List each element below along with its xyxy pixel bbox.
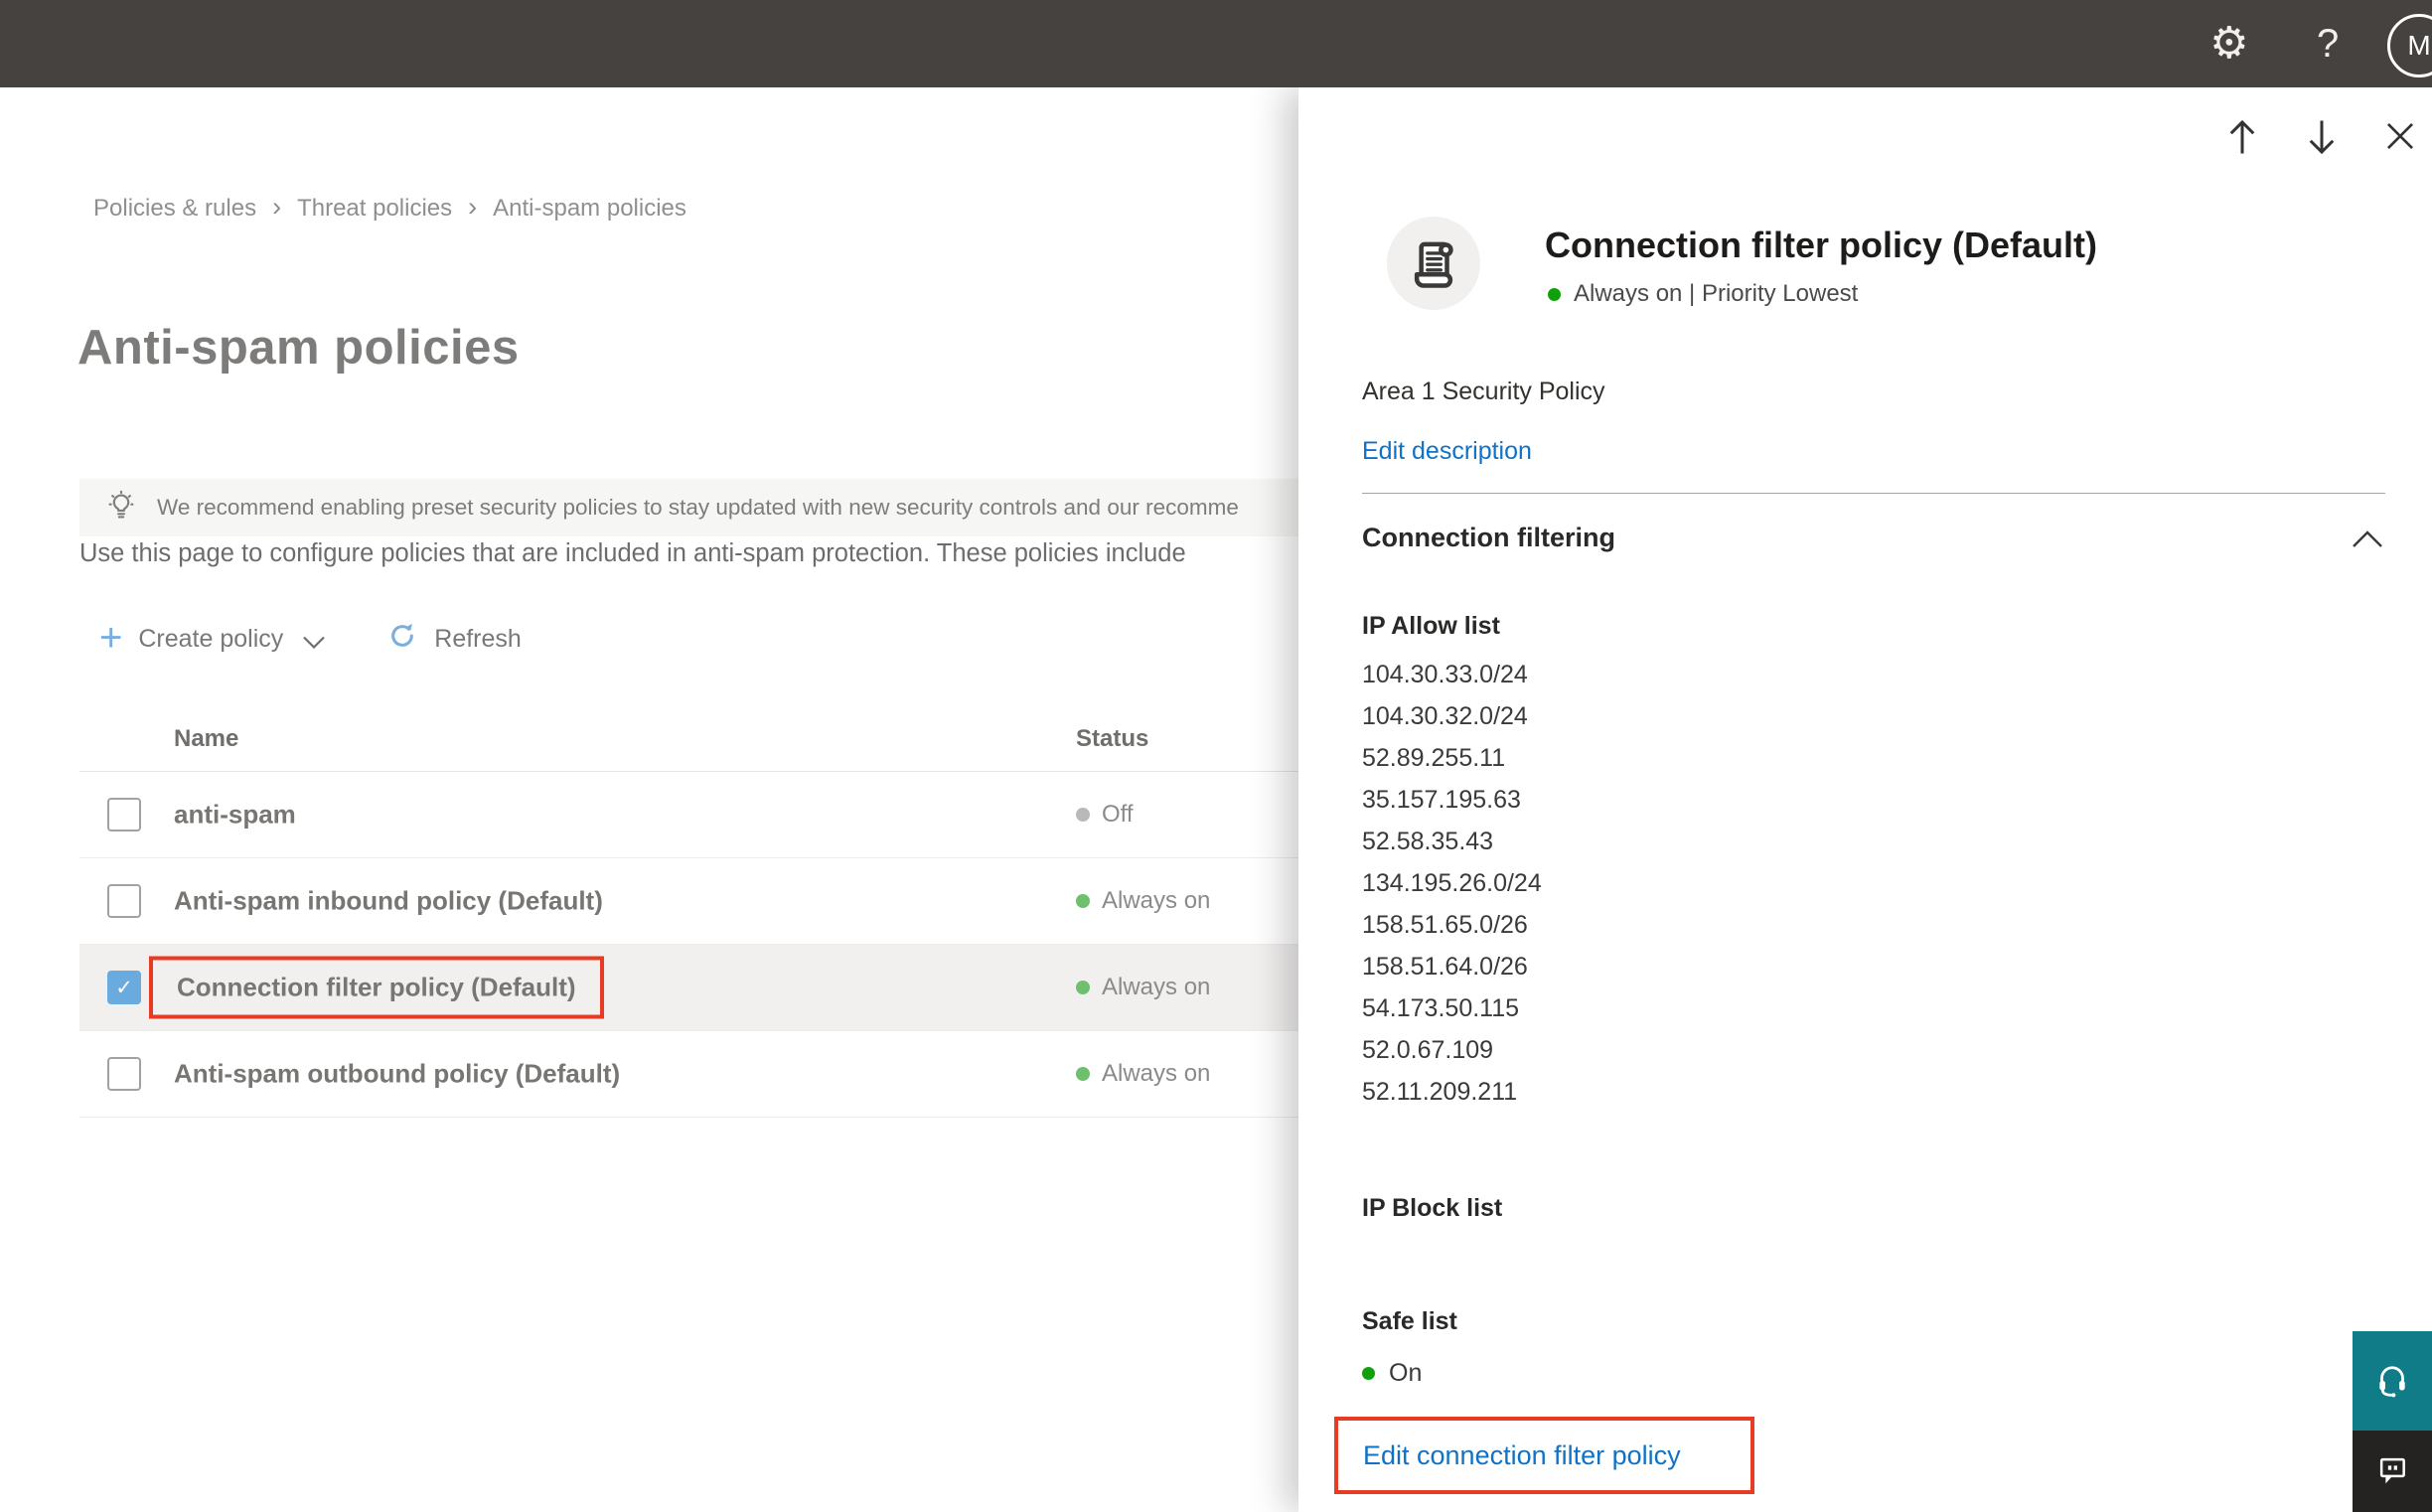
chat-bubble-icon <box>2372 1450 2412 1493</box>
name-cell: Anti-spam inbound policy (Default) <box>174 886 603 917</box>
ip-allow-entry: 104.30.32.0/24 <box>1362 702 1528 730</box>
ip-allow-entry: 54.173.50.115 <box>1362 994 1520 1022</box>
row-checkbox[interactable] <box>107 1057 141 1091</box>
status-label: Always on <box>1102 974 1211 1000</box>
table-header: Name Status <box>79 705 1301 772</box>
breadcrumb-anti-spam-policies[interactable]: Anti-spam policies <box>493 195 686 223</box>
app-window: ⚙ ? M Policies & rules › Threat policies… <box>0 0 2432 1512</box>
column-header-status[interactable]: Status <box>1076 725 1148 753</box>
column-header-name[interactable]: Name <box>174 725 238 753</box>
policy-description-text: Area 1 Security Policy <box>1362 378 1605 405</box>
policy-name-link[interactable]: Anti-spam inbound policy (Default) <box>174 886 603 916</box>
safe-list-title: Safe list <box>1362 1307 1457 1335</box>
banner-text: We recommend enabling preset security po… <box>157 495 1239 520</box>
ip-allow-entry: 52.0.67.109 <box>1362 1036 1494 1064</box>
status-badge: Always on <box>1076 887 1210 915</box>
ip-block-list-title: IP Block list <box>1362 1194 1503 1222</box>
policy-name-link[interactable]: anti-spam <box>174 800 296 830</box>
policy-name-link[interactable]: Connection filter policy (Default) <box>177 973 576 1002</box>
status-dot-icon <box>1076 1067 1090 1081</box>
create-policy-label: Create policy <box>138 625 284 653</box>
ip-allow-entry: 104.30.33.0/24 <box>1362 661 1528 688</box>
status-badge: Always on <box>1076 974 1210 1001</box>
refresh-icon <box>386 620 418 659</box>
edit-link-highlight-box: Edit connection filter policy <box>1334 1417 1754 1494</box>
flyout-title: Connection filter policy (Default) <box>1545 225 2098 265</box>
table-row[interactable]: Anti-spam outbound policy (Default) Alway… <box>79 1031 1301 1118</box>
status-on-dot-icon <box>1548 287 1561 301</box>
breadcrumb-policies-rules[interactable]: Policies & rules <box>93 195 256 223</box>
policy-name-link[interactable]: Anti-spam outbound policy (Default) <box>174 1059 620 1089</box>
row-checkbox[interactable] <box>107 884 141 918</box>
breadcrumb: Policies & rules › Threat policies › Ant… <box>93 192 686 223</box>
page-title: Anti-spam policies <box>77 321 520 375</box>
safe-list-status-text: On <box>1389 1359 1423 1387</box>
name-cell: anti-spam <box>174 800 296 831</box>
help-icon[interactable]: ? <box>2317 24 2339 64</box>
name-highlight-box: Connection filter policy (Default) <box>149 956 604 1019</box>
plus-icon: + <box>99 615 123 660</box>
settings-gear-icon[interactable]: ⚙ <box>2209 22 2248 66</box>
support-headset-button[interactable] <box>2353 1331 2432 1431</box>
breadcrumb-separator-icon: › <box>468 192 478 222</box>
table-row[interactable]: Anti-spam inbound policy (Default) Always… <box>79 858 1301 945</box>
ip-allow-list-title: IP Allow list <box>1362 612 1500 640</box>
ip-allow-entry: 158.51.64.0/26 <box>1362 953 1528 981</box>
next-item-arrow-down-icon[interactable] <box>2300 113 2344 164</box>
flyout-divider <box>1362 493 2385 494</box>
table-row[interactable]: anti-spam Off <box>79 772 1301 858</box>
policy-details-flyout: Connection filter policy (Default) Alway… <box>1298 87 2432 1512</box>
status-badge: Always on <box>1076 1060 1210 1088</box>
status-label: Always on <box>1102 887 1211 914</box>
status-dot-icon <box>1076 808 1090 822</box>
policy-table: Name Status anti-spam Off Anti-spam inboun… <box>79 705 1301 1118</box>
breadcrumb-threat-policies[interactable]: Threat policies <box>297 195 452 223</box>
policy-scroll-icon <box>1387 217 1480 310</box>
toolbar: + Create policy Refresh <box>95 614 526 665</box>
table-row[interactable]: ✓ Connection filter policy (Default) Alway… <box>79 945 1301 1031</box>
refresh-button[interactable]: Refresh <box>382 614 526 665</box>
edit-description-link[interactable]: Edit description <box>1362 437 1532 466</box>
safe-list-status: On <box>1362 1359 1422 1388</box>
avatar-initial: M <box>2407 30 2431 61</box>
ip-allow-entry: 134.195.26.0/24 <box>1362 869 1542 897</box>
edit-connection-filter-policy-link[interactable]: Edit connection filter policy <box>1363 1440 1681 1471</box>
ip-allow-entry: 35.157.195.63 <box>1362 786 1521 814</box>
collapse-section-chevron-up-icon[interactable] <box>2348 527 2387 555</box>
name-cell: Anti-spam outbound policy (Default) <box>174 1059 620 1090</box>
page-description: Use this page to configure policies that… <box>79 539 1186 567</box>
status-label: Always on <box>1102 1060 1211 1087</box>
refresh-label: Refresh <box>434 625 522 653</box>
ip-allow-entry: 52.58.35.43 <box>1362 828 1494 855</box>
feedback-chat-button[interactable] <box>2353 1431 2432 1512</box>
ip-allow-list: 104.30.33.0/24 104.30.32.0/24 52.89.255.11… <box>1362 654 1542 1113</box>
status-label: Off <box>1102 801 1134 828</box>
headset-icon <box>2371 1359 2413 1404</box>
ip-allow-entry: 158.51.65.0/26 <box>1362 911 1528 939</box>
top-app-bar: ⚙ ? M <box>0 0 2432 87</box>
create-policy-button[interactable]: + Create policy <box>95 617 329 662</box>
chevron-down-icon <box>303 627 326 656</box>
account-avatar[interactable]: M <box>2387 14 2432 77</box>
previous-item-arrow-up-icon[interactable] <box>2220 113 2264 164</box>
ip-allow-entry: 52.11.209.211 <box>1362 1078 1518 1106</box>
recommendation-banner: We recommend enabling preset security po… <box>79 479 1371 536</box>
connection-filtering-section-title: Connection filtering <box>1362 523 1615 552</box>
flyout-status: Always on | Priority Lowest <box>1548 280 1858 308</box>
ip-allow-entry: 52.89.255.11 <box>1362 744 1506 772</box>
flyout-status-text: Always on | Priority Lowest <box>1574 280 1859 307</box>
row-checkbox[interactable] <box>107 798 141 832</box>
status-dot-icon <box>1076 981 1090 994</box>
breadcrumb-separator-icon: › <box>272 192 282 222</box>
status-badge: Off <box>1076 801 1134 829</box>
status-dot-icon <box>1076 894 1090 908</box>
status-on-dot-icon <box>1362 1367 1375 1380</box>
row-checkbox[interactable]: ✓ <box>107 971 141 1004</box>
close-icon[interactable] <box>2379 115 2421 160</box>
lightbulb-icon <box>105 490 137 527</box>
